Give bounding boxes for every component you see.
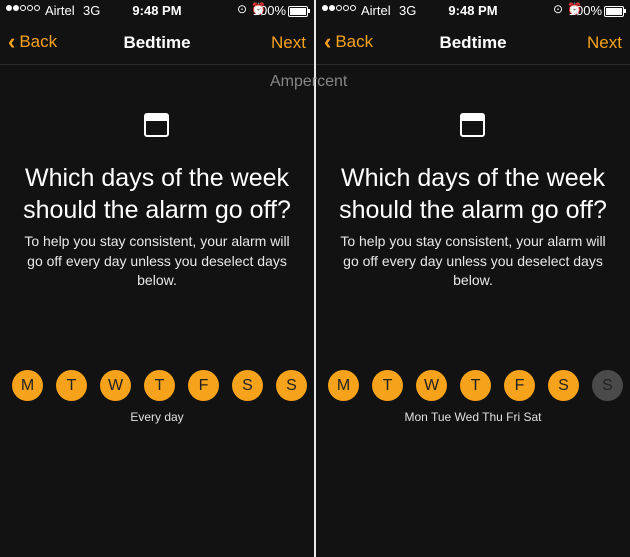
next-button[interactable]: Next: [271, 33, 306, 53]
screen-right: Airtel 3G 9:48 PM ⊙ ⏰ 100% ‹ Back Bedtime…: [316, 0, 630, 557]
day-selector: M T W T F S S: [12, 370, 307, 401]
day-selector: M T W T F S S: [328, 370, 623, 401]
day-toggle-saturday[interactable]: S: [548, 370, 579, 401]
day-toggle-wednesday[interactable]: W: [100, 370, 131, 401]
question-heading: Which days of the week should the alarm …: [23, 164, 291, 224]
battery-percent: 100%: [252, 3, 286, 18]
day-toggle-sunday[interactable]: S: [592, 370, 623, 401]
day-toggle-friday[interactable]: F: [188, 370, 219, 401]
selected-days-summary: Mon Tue Wed Thu Fri Sat: [404, 410, 542, 424]
description-text: To help you stay consistent, your alarm …: [340, 233, 606, 288]
day-toggle-thursday[interactable]: T: [144, 370, 175, 401]
status-bar: Airtel 3G 9:48 PM ⊙ ⏰ 100%: [316, 0, 630, 22]
day-toggle-monday[interactable]: M: [12, 370, 43, 401]
watermark: Ampercent: [270, 73, 348, 90]
calendar-icon: [144, 113, 169, 137]
day-toggle-wednesday[interactable]: W: [416, 370, 447, 401]
next-button[interactable]: Next: [587, 33, 622, 53]
day-toggle-saturday[interactable]: S: [232, 370, 263, 401]
page-title: Bedtime: [123, 33, 191, 52]
screen-left: Airtel 3G 9:48 PM ⊙ ⏰ 100% ‹ Back Bedtime…: [0, 0, 314, 557]
navigation-bar: ‹ Back Bedtime Next: [316, 22, 630, 65]
day-toggle-tuesday[interactable]: T: [56, 370, 87, 401]
day-toggle-tuesday[interactable]: T: [372, 370, 403, 401]
battery-percent: 100%: [568, 3, 602, 18]
question-heading: Which days of the week should the alarm …: [339, 164, 607, 224]
day-toggle-thursday[interactable]: T: [460, 370, 491, 401]
status-bar: Airtel 3G 9:48 PM ⊙ ⏰ 100%: [0, 0, 314, 22]
day-toggle-friday[interactable]: F: [504, 370, 535, 401]
page-title: Bedtime: [439, 33, 507, 52]
rotation-lock-icon: ⊙: [236, 2, 248, 16]
rotation-lock-icon: ⊙: [552, 2, 564, 16]
navigation-bar: ‹ Back Bedtime Next: [0, 22, 314, 65]
battery-icon: [604, 6, 626, 17]
battery-icon: [288, 6, 310, 17]
description-text: To help you stay consistent, your alarm …: [24, 233, 290, 288]
day-toggle-sunday[interactable]: S: [276, 370, 307, 401]
day-toggle-monday[interactable]: M: [328, 370, 359, 401]
selected-days-summary: Every day: [130, 410, 184, 424]
calendar-icon: [460, 113, 485, 137]
